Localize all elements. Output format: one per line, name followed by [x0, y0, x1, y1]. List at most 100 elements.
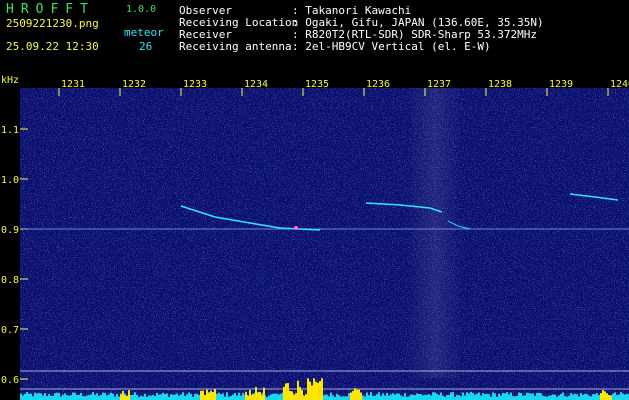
- noise-bar: [372, 395, 374, 400]
- burst-bar: [259, 391, 261, 400]
- noise-bar: [622, 393, 624, 400]
- noise-bar: [476, 393, 478, 400]
- noise-bar: [574, 393, 576, 400]
- burst-bar: [251, 394, 253, 400]
- noise-bar: [488, 394, 490, 400]
- burst-bar: [122, 390, 124, 400]
- noise-bar: [70, 395, 72, 400]
- noise-bar: [474, 394, 476, 400]
- noise-bar: [142, 396, 144, 400]
- noise-bar: [572, 394, 574, 400]
- noise-bar: [544, 396, 546, 400]
- burst-bar: [295, 393, 297, 400]
- noise-bar: [114, 396, 116, 400]
- noise-bar: [512, 395, 514, 400]
- noise-bar: [232, 394, 234, 400]
- burst-bar: [610, 395, 612, 400]
- y-tick-label: 0.7: [1, 325, 19, 336]
- noise-bar: [172, 394, 174, 400]
- noise-bar: [390, 394, 392, 400]
- antenna-label: Receiving antenna: [179, 40, 292, 53]
- noise-bar: [482, 393, 484, 400]
- noise-bar: [34, 392, 36, 400]
- noise-bar: [448, 395, 450, 400]
- noise-bar: [64, 393, 66, 400]
- noise-bar: [234, 392, 236, 400]
- noise-bar: [88, 395, 90, 400]
- noise-bar: [388, 395, 390, 400]
- meteor-count: 26: [139, 40, 153, 53]
- noise-bar: [268, 395, 270, 400]
- burst-bar: [356, 389, 358, 400]
- noise-bar: [620, 392, 622, 400]
- noise-bar: [156, 392, 158, 400]
- header-panel: HROFFT 1.0.0 2509221230.png 25.09.22 12:…: [0, 0, 629, 74]
- noise-bar: [382, 393, 384, 400]
- y-tick-label: 1.1: [1, 125, 19, 136]
- noise-bar: [158, 394, 160, 400]
- file-name: 2509221230.png: [6, 17, 99, 30]
- noise-bar: [446, 394, 448, 400]
- noise-bar: [274, 393, 276, 400]
- burst-bar: [297, 380, 299, 400]
- noise-bar: [242, 392, 244, 400]
- noise-bar: [218, 392, 220, 400]
- noise-bar: [182, 392, 184, 400]
- noise-bar: [542, 395, 544, 400]
- noise-bar: [396, 393, 398, 400]
- noise-bar: [554, 394, 556, 400]
- noise-bar: [280, 393, 282, 400]
- noise-bar: [100, 394, 102, 400]
- noise-bar: [578, 396, 580, 400]
- noise-bar: [626, 393, 628, 400]
- noise-bar: [176, 393, 178, 400]
- noise-bar: [108, 394, 110, 400]
- noise-bar: [324, 394, 326, 400]
- noise-bar: [538, 392, 540, 400]
- noise-bar: [540, 393, 542, 400]
- noise-bar: [36, 393, 38, 400]
- noise-bar: [28, 393, 30, 400]
- noise-bar: [516, 395, 518, 400]
- noise-bar: [550, 395, 552, 400]
- noise-bar: [30, 393, 32, 400]
- noise-bar: [44, 393, 46, 400]
- noise-bar: [52, 395, 54, 400]
- noise-bar: [576, 394, 578, 400]
- noise-bar: [238, 392, 240, 400]
- burst-bar: [285, 383, 287, 400]
- burst-bar: [293, 395, 295, 400]
- noise-bar: [450, 392, 452, 400]
- noise-bar: [510, 392, 512, 400]
- noise-bar: [42, 395, 44, 400]
- x-tick-label: 1231: [61, 79, 85, 90]
- noise-bar: [426, 394, 428, 400]
- noise-bar: [164, 393, 166, 400]
- burst-bar: [602, 389, 604, 400]
- burst-bar: [608, 394, 610, 400]
- noise-bar: [480, 395, 482, 400]
- noise-bar: [90, 394, 92, 400]
- noise-bar: [618, 394, 620, 400]
- burst-bar: [204, 394, 206, 400]
- burst-bar: [120, 394, 122, 400]
- noise-bar: [54, 393, 56, 400]
- noise-bar: [94, 394, 96, 400]
- noise-bar: [152, 394, 154, 400]
- burst-bar: [313, 378, 315, 400]
- burst-bar: [200, 390, 202, 400]
- noise-bar: [40, 393, 42, 400]
- noise-bar: [46, 396, 48, 400]
- burst-bar: [309, 381, 311, 400]
- noise-bar: [588, 395, 590, 400]
- noise-bar: [348, 393, 350, 400]
- burst-bar: [350, 392, 352, 400]
- y-axis-unit: kHz: [1, 75, 19, 86]
- burst-bar: [128, 390, 130, 400]
- burst-bar: [210, 390, 212, 400]
- burst-bar: [317, 383, 319, 400]
- noise-bar: [130, 394, 132, 400]
- noise-bar: [484, 394, 486, 400]
- noise-bar: [568, 395, 570, 400]
- noise-bar: [270, 394, 272, 400]
